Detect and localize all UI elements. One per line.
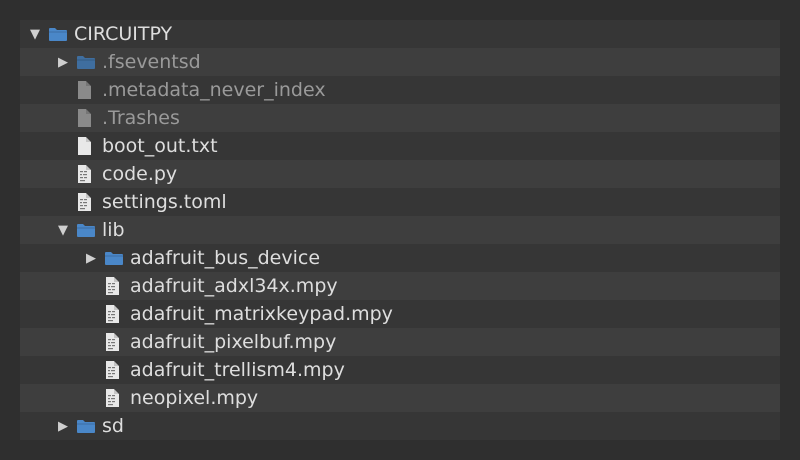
code-file-icon xyxy=(76,164,96,184)
tree-row[interactable]: ▶ .fseventsd xyxy=(20,48,780,76)
arrow-spacer: ▶ xyxy=(56,132,70,160)
triangle-right-icon[interactable]: ▶ xyxy=(56,48,70,76)
arrow-spacer: ▶ xyxy=(56,76,70,104)
folder-icon xyxy=(48,24,68,44)
folder-icon xyxy=(104,248,124,268)
code-file-icon xyxy=(104,304,124,324)
tree-row-label: code.py xyxy=(102,163,178,185)
tree-row-label: adafruit_matrixkeypad.mpy xyxy=(130,303,393,325)
tree-row[interactable]: ▶ adafruit_trellism4.mpy xyxy=(20,356,780,384)
triangle-down-icon[interactable]: ▼ xyxy=(28,20,42,48)
tree-row[interactable]: ▶ code.py xyxy=(20,160,780,188)
tree-row[interactable]: ▶ .Trashes xyxy=(20,104,780,132)
triangle-right-icon[interactable]: ▶ xyxy=(56,412,70,440)
tree-row[interactable]: ▶ .metadata_never_index xyxy=(20,76,780,104)
tree-row-label: boot_out.txt xyxy=(102,135,218,157)
tree-row[interactable]: ▼ CIRCUITPY xyxy=(20,20,780,48)
tree-row[interactable]: ▶ adafruit_matrixkeypad.mpy xyxy=(20,300,780,328)
triangle-right-icon[interactable]: ▶ xyxy=(84,244,98,272)
code-file-icon xyxy=(104,332,124,352)
tree-row-label: settings.toml xyxy=(102,191,227,213)
code-file-icon xyxy=(104,276,124,296)
code-file-icon xyxy=(104,360,124,380)
tree-row-label: adafruit_adxl34x.mpy xyxy=(130,275,338,297)
tree-row[interactable]: ▶ settings.toml xyxy=(20,188,780,216)
arrow-spacer: ▶ xyxy=(84,300,98,328)
tree-row-label: CIRCUITPY xyxy=(74,23,173,45)
triangle-down-icon[interactable]: ▼ xyxy=(56,216,70,244)
file-icon xyxy=(76,136,96,156)
tree-row-label: lib xyxy=(102,219,125,241)
arrow-spacer: ▶ xyxy=(84,328,98,356)
tree-row-label: .metadata_never_index xyxy=(102,79,326,101)
tree-row[interactable]: ▼ lib xyxy=(20,216,780,244)
folder-icon xyxy=(76,416,96,436)
arrow-spacer: ▶ xyxy=(84,384,98,412)
arrow-spacer: ▶ xyxy=(56,160,70,188)
tree-row-label: sd xyxy=(102,415,124,437)
tree-row-label: adafruit_bus_device xyxy=(130,247,321,269)
arrow-spacer: ▶ xyxy=(56,104,70,132)
tree-row[interactable]: ▶ adafruit_adxl34x.mpy xyxy=(20,272,780,300)
tree-row-label: .fseventsd xyxy=(102,51,201,73)
tree-row-label: adafruit_pixelbuf.mpy xyxy=(130,331,337,353)
file-icon xyxy=(76,108,96,128)
code-file-icon xyxy=(76,192,96,212)
tree-row[interactable]: ▶ neopixel.mpy xyxy=(20,384,780,412)
file-icon xyxy=(76,80,96,100)
code-file-icon xyxy=(104,388,124,408)
tree-row[interactable]: ▶ boot_out.txt xyxy=(20,132,780,160)
arrow-spacer: ▶ xyxy=(84,356,98,384)
tree-row-label: adafruit_trellism4.mpy xyxy=(130,359,345,381)
tree-row[interactable]: ▶ sd xyxy=(20,412,780,440)
folder-icon xyxy=(76,220,96,240)
folder-icon xyxy=(76,52,96,72)
file-tree-panel: ▼CIRCUITPY▶.fseventsd▶.metadata_never_in… xyxy=(20,20,780,440)
arrow-spacer: ▶ xyxy=(84,272,98,300)
tree-row[interactable]: ▶ adafruit_pixelbuf.mpy xyxy=(20,328,780,356)
tree-row-label: .Trashes xyxy=(102,107,180,129)
tree-row[interactable]: ▶ adafruit_bus_device xyxy=(20,244,780,272)
arrow-spacer: ▶ xyxy=(56,188,70,216)
tree-row-label: neopixel.mpy xyxy=(130,387,259,409)
